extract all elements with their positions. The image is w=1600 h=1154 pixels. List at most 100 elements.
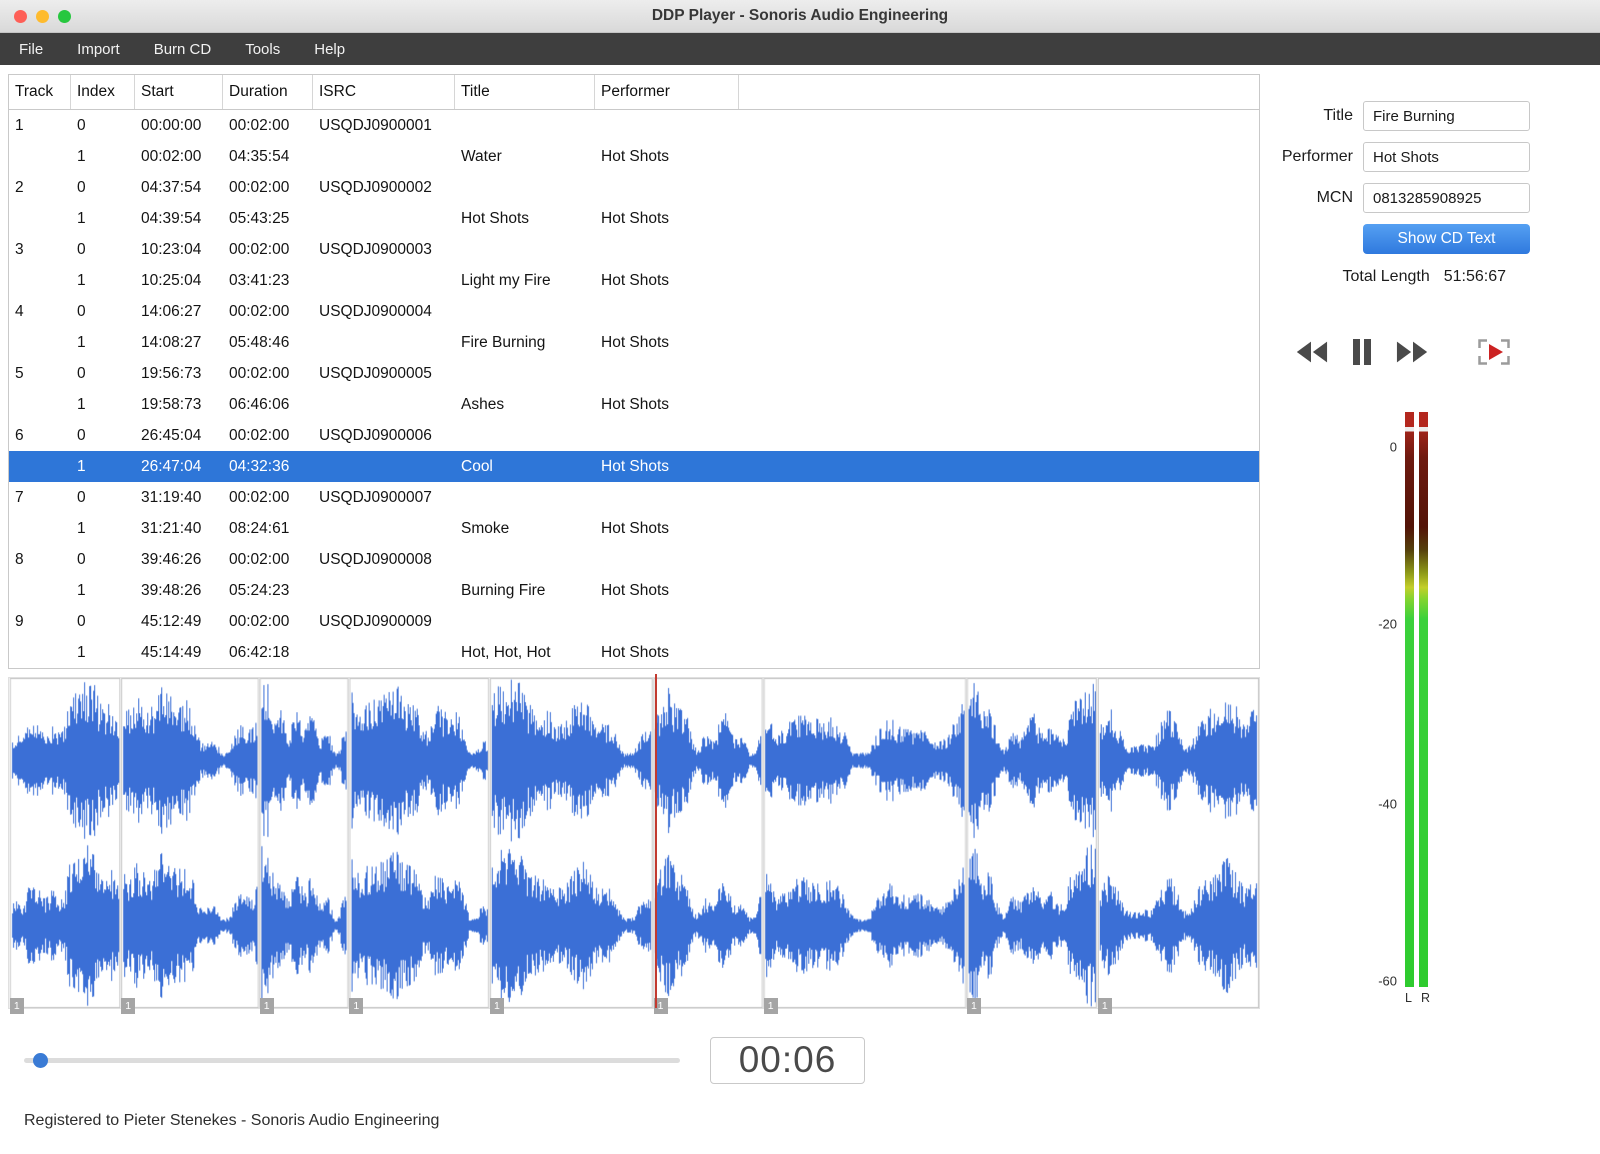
table-cell: 1 [77, 147, 86, 165]
table-cell: 10:23:04 [141, 240, 202, 258]
table-cell: 04:39:54 [141, 209, 202, 227]
table-cell: Hot Shots [601, 519, 670, 537]
column-header-track[interactable]: Track [9, 75, 71, 109]
table-cell: Ashes [461, 395, 505, 413]
table-row[interactable]: 1 39:48:26 05:24:23 Burning Fire Hot Shots [9, 575, 1259, 606]
zoom-button[interactable] [58, 9, 71, 23]
table-cell: 7 [15, 488, 24, 506]
table-cell: 05:48:46 [229, 333, 290, 351]
table-row[interactable]: 8 0 39:46:26 00:02:00 USQDJ0900008 [9, 544, 1259, 575]
seek-slider-thumb[interactable] [33, 1053, 49, 1068]
table-cell: 00:02:00 [229, 364, 290, 382]
column-header-duration[interactable]: Duration [223, 75, 313, 109]
main-content: Track Index Start Duration ISRC Title Performe… [0, 65, 1600, 1154]
table-cell [455, 234, 595, 265]
table-row[interactable]: 1 10:25:04 03:41:23 Light my Fire Hot Shots [9, 265, 1259, 296]
table-row[interactable]: 1 19:58:73 06:46:06 Ashes Hot Shots [9, 389, 1259, 420]
table-cell: USQDJ0900009 [319, 612, 432, 630]
table-cell: 0 [77, 178, 86, 196]
table-row[interactable]: 6 0 26:45:04 00:02:00 USQDJ0900006 [9, 420, 1259, 451]
table-row[interactable]: 1 45:14:49 06:42:18 Hot, Hot, Hot Hot Shots [9, 637, 1259, 668]
table-row[interactable]: 7 0 31:19:40 00:02:00 USQDJ0900007 [9, 482, 1259, 513]
table-cell [313, 575, 455, 606]
total-length-value: 51:56:67 [1443, 268, 1506, 285]
column-header-start[interactable]: Start [135, 75, 223, 109]
table-cell: 1 [77, 581, 86, 599]
table-row[interactable]: 3 0 10:23:04 00:02:00 USQDJ0900003 [9, 234, 1259, 265]
rewind-button[interactable] [1291, 336, 1331, 368]
menu-file[interactable]: File [2, 33, 60, 65]
seek-slider-track[interactable] [24, 1058, 680, 1063]
table-cell [455, 420, 595, 451]
menu-tools[interactable]: Tools [228, 33, 297, 65]
pause-button[interactable] [1347, 334, 1377, 370]
track-start-marker: 1 [489, 998, 504, 1014]
table-cell: USQDJ0900005 [319, 364, 432, 382]
table-cell: 9 [15, 612, 24, 630]
left-pane: Track Index Start Duration ISRC Title Performe… [0, 65, 1268, 1154]
column-header-title[interactable]: Title [455, 75, 595, 109]
track-start-marker: 1 [349, 998, 364, 1014]
meter-tick-0: 0 [1389, 439, 1398, 455]
table-cell [595, 234, 739, 265]
table-cell: 0 [77, 302, 86, 320]
waveform-panel[interactable]: 111111111 [8, 674, 1260, 1014]
table-cell [455, 110, 595, 141]
table-cell: 00:02:00 [141, 147, 202, 165]
mcn-field-row: MCN [1317, 183, 1530, 213]
close-button[interactable] [14, 9, 27, 23]
waveform-canvas[interactable] [9, 678, 1259, 1008]
show-cd-text-button[interactable]: Show CD Text [1363, 224, 1530, 254]
track-start-marker: 1 [259, 998, 274, 1014]
column-header-performer[interactable]: Performer [595, 75, 739, 109]
table-cell: 5 [15, 364, 24, 382]
table-cell [739, 389, 1259, 420]
table-row[interactable]: 4 0 14:06:27 00:02:00 USQDJ0900004 [9, 296, 1259, 327]
title-input[interactable] [1363, 101, 1530, 131]
table-cell [9, 575, 71, 606]
table-row[interactable]: 1 14:08:27 05:48:46 Fire Burning Hot Shots [9, 327, 1259, 358]
menu-import[interactable]: Import [60, 33, 137, 65]
table-cell: 6 [15, 426, 24, 444]
table-row[interactable]: 1 26:47:04 04:32:36 Cool Hot Shots [9, 451, 1259, 482]
table-cell: Hot Shots [601, 271, 670, 289]
table-cell: 00:02:00 [229, 178, 290, 196]
column-header-isrc[interactable]: ISRC [313, 75, 455, 109]
menu-burn-cd[interactable]: Burn CD [137, 33, 229, 65]
mcn-input[interactable] [1363, 183, 1530, 213]
table-row[interactable]: 1 31:21:40 08:24:61 Smoke Hot Shots [9, 513, 1259, 544]
table-row[interactable]: 1 00:02:00 04:35:54 Water Hot Shots [9, 141, 1259, 172]
track-start-marker: 1 [121, 998, 136, 1014]
table-row[interactable]: 1 0 00:00:00 00:02:00 USQDJ0900001 [9, 110, 1259, 141]
table-cell [595, 358, 739, 389]
table-cell [739, 451, 1259, 482]
table-cell [739, 203, 1259, 234]
table-cell: 05:43:25 [229, 209, 290, 227]
table-cell [313, 203, 455, 234]
table-cell: Fire Burning [461, 333, 546, 351]
performer-input[interactable] [1363, 142, 1530, 172]
track-table: Track Index Start Duration ISRC Title Performe… [8, 74, 1260, 669]
table-cell: Smoke [461, 519, 510, 537]
minimize-button[interactable] [36, 9, 49, 23]
level-meter-right [1419, 412, 1429, 987]
table-row[interactable]: 1 04:39:54 05:43:25 Hot Shots Hot Shots [9, 203, 1259, 234]
table-cell: 1 [15, 116, 24, 134]
table-cell: 26:47:04 [141, 457, 202, 475]
channel-label-r: R [1420, 991, 1430, 1005]
seek-slider[interactable] [24, 1050, 680, 1070]
table-cell [739, 420, 1259, 451]
table-cell [455, 544, 595, 575]
table-row[interactable]: 5 0 19:56:73 00:02:00 USQDJ0900005 [9, 358, 1259, 389]
level-meter: 0 -20 -40 -60 LR [1363, 412, 1430, 1005]
menu-help[interactable]: Help [297, 33, 362, 65]
table-cell: USQDJ0900003 [319, 240, 432, 258]
fast-forward-button[interactable] [1393, 336, 1433, 368]
table-cell [9, 265, 71, 296]
column-header-index[interactable]: Index [71, 75, 135, 109]
play-marker-button[interactable] [1473, 334, 1515, 370]
table-row[interactable]: 2 0 04:37:54 00:02:00 USQDJ0900002 [9, 172, 1259, 203]
table-cell [313, 513, 455, 544]
table-cell: 0 [77, 426, 86, 444]
table-row[interactable]: 9 0 45:12:49 00:02:00 USQDJ0900009 [9, 606, 1259, 637]
